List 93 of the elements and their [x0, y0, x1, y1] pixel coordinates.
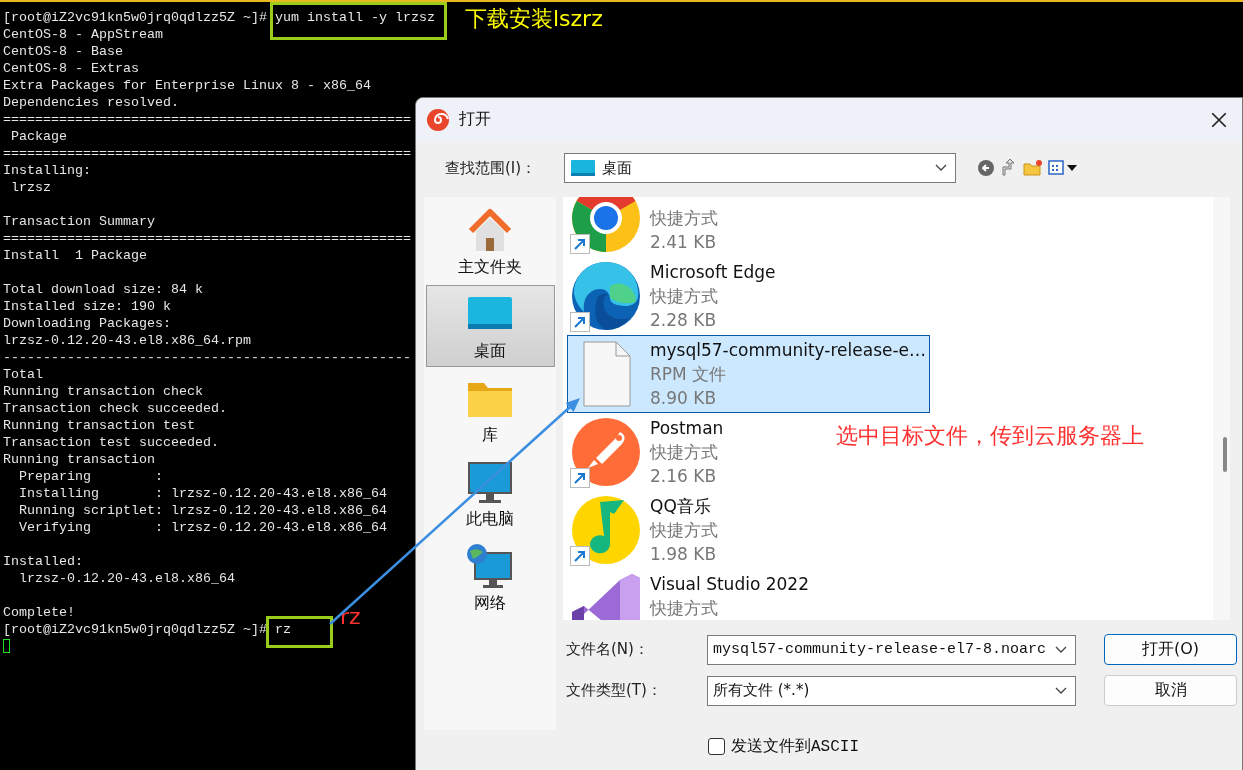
file-type-dropdown[interactable]: 所有文件 (*.*)	[707, 675, 1076, 706]
file-type: 快捷方式	[650, 597, 719, 620]
annotation-text: rz	[340, 604, 361, 631]
separator-line: ===================================================	[3, 230, 411, 247]
file-type: 快捷方式	[650, 519, 718, 542]
output-line: Total download size: 84 k	[3, 281, 203, 298]
chevron-down-icon	[1055, 686, 1067, 695]
output-line: CentOS-8 - Extras	[3, 60, 139, 77]
separator-line: ===================================================	[3, 111, 411, 128]
output-line: CentOS-8 - AppStream	[3, 26, 163, 43]
file-type-label: 文件类型(T)：	[566, 681, 663, 700]
output-line: CentOS-8 - Base	[3, 43, 123, 60]
wave-logo-icon	[570, 260, 642, 332]
scrollbar[interactable]	[1213, 197, 1230, 620]
output-line: Downloading Packages:	[3, 315, 171, 332]
places-item[interactable]: 主文件夹	[425, 201, 555, 283]
output-line: lrzsz-0.12.20-43.el8.x86_64	[18, 570, 235, 587]
file-size: 8.90 KB	[650, 387, 718, 410]
filename-field[interactable]: mysql57-community-release-el7-8.noarc	[707, 634, 1076, 665]
scrollbar-thumb[interactable]	[1223, 437, 1227, 472]
output-line: lrzsz	[10, 179, 51, 196]
output-line: Installing : lrzsz-0.12.20-43.el8.x86_64	[18, 485, 387, 502]
ascii-checkbox[interactable]	[708, 738, 725, 755]
separator-line: ===================================================	[3, 145, 411, 162]
open-button[interactable]: 打开(O)	[1104, 634, 1237, 665]
file-type: 快捷方式	[650, 285, 719, 308]
output-line: Complete!	[3, 604, 75, 621]
file-item[interactable]: Postman 快捷方式 2.16 KB	[567, 413, 725, 491]
window-title: 打开	[459, 109, 491, 130]
output-line: Verifying : lrzsz-0.12.20-43.el8.x86_64	[18, 519, 387, 536]
chevron-down-icon	[1055, 645, 1067, 654]
output-line: Transaction test succeeded.	[3, 434, 219, 451]
file-type: 快捷方式	[650, 441, 719, 464]
output-line: Package	[10, 128, 67, 145]
output-line: Installed size: 190 k	[3, 298, 171, 315]
output-line: Installed:	[3, 553, 83, 570]
file-item[interactable]: 快捷方式 2.41 KB	[567, 197, 719, 257]
prompt-text: [root@iZ2vc91kn5w0jrq0qdlzz5Z ~]#	[3, 10, 267, 25]
view-menu-icon[interactable]	[1048, 159, 1078, 177]
music-note-icon	[570, 494, 642, 566]
file-size: 2.16 KB	[650, 465, 718, 488]
command-text: rz	[274, 622, 291, 637]
file-size: 2.28 KB	[650, 309, 718, 332]
output-line: Running transaction	[3, 451, 155, 468]
output-line: Preparing :	[18, 468, 163, 485]
cancel-button[interactable]: 取消	[1104, 675, 1237, 706]
output-line: Transaction check succeeded.	[3, 400, 227, 417]
new-folder-icon[interactable]	[1023, 159, 1043, 177]
places-item[interactable]: 桌面	[425, 285, 555, 367]
file-item[interactable]: QQ音乐 快捷方式 1.98 KB	[567, 491, 719, 569]
output-line: Transaction Summary	[3, 213, 155, 230]
file-name: Microsoft Edge	[650, 261, 776, 284]
output-line: Dependencies resolved.	[3, 94, 179, 111]
file-type: RPM 文件	[650, 363, 728, 386]
file-type: 快捷方式	[650, 207, 718, 230]
annotation-text: 选中目标文件，传到云服务器上	[836, 423, 1144, 450]
rocket-logo-icon	[570, 416, 642, 488]
separator-line: ---------------------------------------------------	[3, 349, 411, 366]
filename-label: 文件名(N)：	[566, 640, 650, 659]
output-line: Total	[3, 366, 43, 383]
spiral-icon	[426, 107, 450, 132]
file-item[interactable]: Visual Studio 2022 快捷方式	[567, 569, 810, 620]
checkbox-label: 发送文件到ASCII	[731, 736, 859, 757]
text-cursor	[3, 639, 10, 654]
file-name: QQ音乐	[650, 495, 712, 518]
file-item[interactable]: mysql57-community-release-e… RPM 文件 8.90 KB	[567, 335, 930, 413]
location-dropdown[interactable]: 桌面	[564, 153, 956, 183]
chevron-down-icon	[935, 164, 947, 172]
close-icon	[1210, 110, 1228, 129]
places-item[interactable]: 此电脑	[425, 453, 555, 535]
desktop-icon	[570, 158, 596, 178]
network-icon	[465, 542, 515, 591]
highlight-box	[266, 616, 333, 648]
file-size: 1.98 KB	[650, 543, 718, 566]
output-line: Running transaction check	[3, 383, 203, 400]
output-line: Install 1 Package	[3, 247, 147, 264]
command-text: yum install -y lrzsz	[274, 10, 435, 25]
places-item[interactable]: 网络	[425, 537, 555, 619]
output-line: Extra Packages for Enterprise Linux 8 - x86_64	[3, 77, 371, 94]
file-size: 2.41 KB	[650, 231, 718, 254]
output-line: lrzsz-0.12.20-43.el8.x86_64.rpm	[3, 332, 251, 349]
places-item[interactable]: 库	[425, 369, 555, 451]
file-name: mysql57-community-release-e…	[650, 339, 927, 362]
file-item[interactable]: Microsoft Edge 快捷方式 2.28 KB	[567, 257, 777, 335]
annotation-text: 下载安装lszrz	[465, 6, 603, 33]
output-line: Installing:	[3, 162, 91, 179]
file-name: Postman	[650, 417, 724, 440]
back-icon[interactable]	[977, 159, 995, 177]
look-in-label: 查找范围(I)：	[445, 158, 538, 178]
file-name: Visual Studio 2022	[650, 573, 809, 596]
prompt-text: [root@iZ2vc91kn5w0jrq0qdlzz5Z ~]#	[3, 622, 267, 637]
output-line: Running scriptlet: lrzsz-0.12.20-43.el8.x86_64	[18, 502, 387, 519]
output-line: Running transaction test	[3, 417, 195, 434]
